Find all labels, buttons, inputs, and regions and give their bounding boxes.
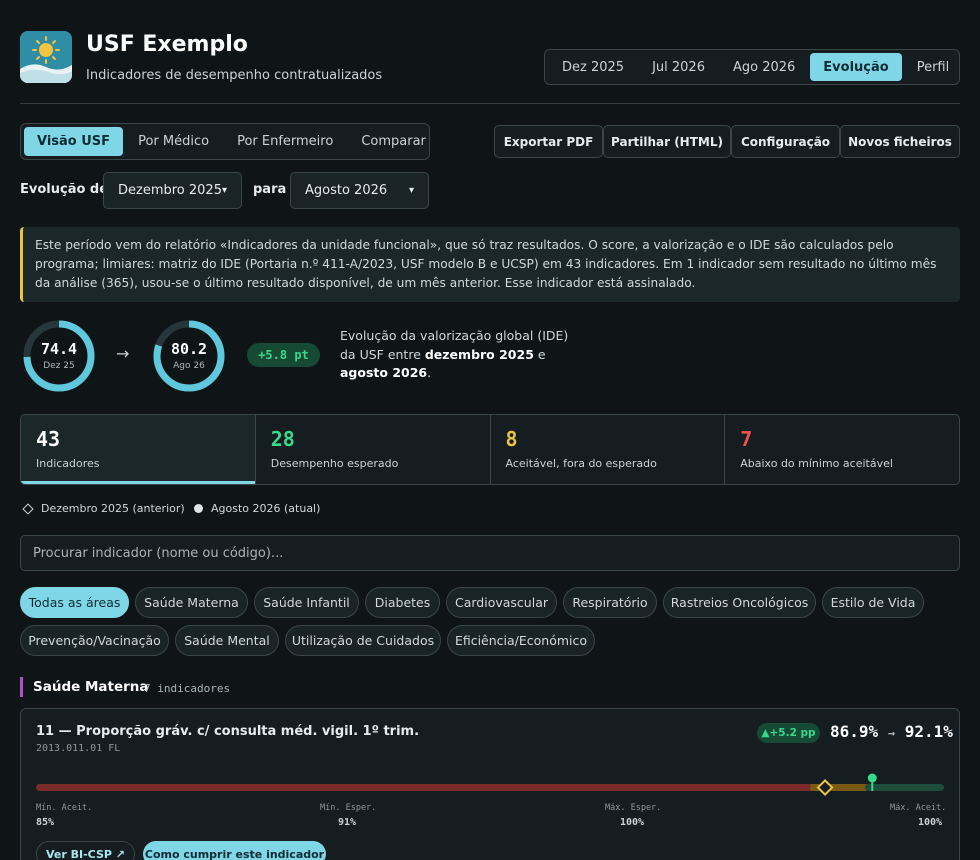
chip-prevencao-vacinacao[interactable]: Prevenção/Vacinação bbox=[20, 625, 169, 656]
chip-saude-materna[interactable]: Saúde Materna bbox=[135, 587, 248, 618]
chevron-down-icon: ▾ bbox=[221, 185, 227, 196]
stat-value: 28 bbox=[270, 427, 295, 451]
chip-rastreios-oncologicos[interactable]: Rastreios Oncológicos bbox=[663, 587, 816, 618]
chevron-down-icon: ▾ bbox=[408, 185, 414, 196]
range-below-segment bbox=[36, 784, 813, 791]
stat-card-esperado[interactable]: 28 Desempenho esperado bbox=[256, 415, 491, 484]
legend-current: Agosto 2026 (atual) bbox=[194, 502, 320, 515]
stat-label: Desempenho esperado bbox=[270, 457, 399, 470]
indicator-previous-value: 86.9% bbox=[830, 722, 879, 741]
tab-jul-2026[interactable]: Jul 2026 bbox=[639, 53, 718, 81]
stat-value: 8 bbox=[505, 427, 518, 451]
indicator-delta-badge: ▲+5.2 pp bbox=[757, 723, 820, 743]
ide-delta-badge: +5.8 pt bbox=[247, 343, 320, 367]
chip-estilo-de-vida[interactable]: Estilo de Vida bbox=[822, 587, 924, 618]
tab-dez-2025[interactable]: Dez 2025 bbox=[549, 53, 637, 81]
tab-comparar[interactable]: Comparar bbox=[348, 127, 439, 156]
chip-saude-mental[interactable]: Saúde Mental bbox=[175, 625, 279, 656]
section-title: Saúde Materna bbox=[33, 679, 149, 695]
app-logo bbox=[20, 31, 72, 83]
ide-gauge-before bbox=[21, 318, 97, 398]
sun-landscape-icon bbox=[20, 31, 72, 83]
section-accent bbox=[20, 677, 23, 697]
tab-por-enfermeiro[interactable]: Por Enfermeiro bbox=[224, 127, 346, 156]
stat-card-aceitavel[interactable]: 8 Aceitável, fora do esperado bbox=[491, 415, 726, 484]
indicator-values: 86.9% → 92.1% bbox=[830, 722, 953, 741]
chip-saude-infantil[interactable]: Saúde Infantil bbox=[254, 587, 359, 618]
scale-label-min-aceit: Mín. Aceit. bbox=[36, 803, 93, 813]
chip-diabetes[interactable]: Diabetes bbox=[365, 587, 440, 618]
stats-summary: 43 Indicadores 28 Desempenho esperado 8 … bbox=[20, 414, 960, 485]
range-expected-segment bbox=[864, 784, 944, 791]
previous-value-marker bbox=[816, 779, 834, 796]
header-divider bbox=[20, 103, 960, 104]
config-button[interactable]: Configuração bbox=[731, 125, 840, 158]
stat-label: Aceitável, fora do esperado bbox=[505, 457, 657, 470]
evolution-from-value: Dezembro 2025 bbox=[118, 183, 222, 198]
stat-value: 43 bbox=[36, 427, 61, 451]
ide-after-value: 80.2 bbox=[170, 340, 208, 358]
arrow-right-icon: → bbox=[887, 726, 896, 740]
ide-after-label: Ago 26 bbox=[173, 361, 205, 371]
tab-evolucao[interactable]: Evolução bbox=[810, 53, 902, 81]
chip-todas-areas[interactable]: Todas as áreas bbox=[20, 587, 129, 618]
tab-perfil[interactable]: Perfil bbox=[904, 53, 963, 81]
scale-label-max-esper: Máx. Esper. bbox=[605, 803, 662, 813]
stat-value: 7 bbox=[740, 427, 753, 451]
search-input[interactable]: Procurar indicador (nome ou código)... bbox=[20, 535, 960, 571]
dot-icon bbox=[194, 504, 203, 513]
indicator-range-bar bbox=[36, 770, 944, 800]
view-tabs: Visão USF Por Médico Por Enfermeiro Comp… bbox=[20, 123, 430, 160]
tab-ago-2026[interactable]: Ago 2026 bbox=[720, 53, 808, 81]
export-pdf-button[interactable]: Exportar PDF bbox=[494, 125, 603, 158]
arrow-right-icon: → bbox=[116, 344, 130, 363]
stat-label: Abaixo do mínimo aceitável bbox=[740, 457, 893, 470]
chip-respiratorio[interactable]: Respiratório bbox=[563, 587, 657, 618]
range-bar-chart bbox=[36, 773, 944, 796]
app-title: USF Exemplo bbox=[86, 32, 248, 57]
evolution-to-select[interactable]: Agosto 2026 ▾ bbox=[290, 172, 429, 209]
ide-description: Evolução da valorização global (IDE) da … bbox=[340, 328, 569, 380]
tab-por-medico[interactable]: Por Médico bbox=[125, 127, 222, 156]
stat-card-indicadores[interactable]: 43 Indicadores bbox=[21, 415, 256, 484]
scale-value-min-aceit: 85% bbox=[36, 817, 55, 828]
legend-previous: Dezembro 2025 (anterior) bbox=[22, 502, 185, 515]
chip-cardiovascular[interactable]: Cardiovascular bbox=[446, 587, 557, 618]
stat-card-abaixo[interactable]: 7 Abaixo do mínimo aceitável bbox=[725, 415, 959, 484]
evolution-from-select[interactable]: Dezembro 2025 ▾ bbox=[103, 172, 242, 209]
evolution-to-value: Agosto 2026 bbox=[305, 183, 388, 198]
evolution-from-label: Evolução de bbox=[20, 182, 109, 197]
scale-label-max-aceit: Máx. Aceit. bbox=[890, 803, 947, 813]
ide-before-label: Dez 25 bbox=[43, 361, 75, 371]
scale-label-min-esper: Mín. Esper. bbox=[320, 803, 377, 813]
how-to-comply-button[interactable]: Como cumprir este indicador bbox=[143, 841, 326, 860]
chip-utilizacao-cuidados[interactable]: Utilização de Cuidados bbox=[285, 625, 441, 656]
tab-visao-usf[interactable]: Visão USF bbox=[24, 127, 124, 156]
ide-before-value: 74.4 bbox=[40, 340, 78, 358]
indicator-title: 11 — Proporção gráv. c/ consulta méd. vi… bbox=[36, 724, 420, 739]
indicator-current-value: 92.1% bbox=[904, 722, 953, 741]
new-files-button[interactable]: Novos ficheiros bbox=[840, 125, 960, 158]
scale-value-min-esper: 91% bbox=[338, 817, 357, 828]
scale-value-max-esper: 100% bbox=[620, 817, 645, 828]
period-tabs: Dez 2025 Jul 2026 Ago 2026 Evolução Perf… bbox=[544, 49, 960, 85]
view-bicsp-link[interactable]: Ver BI-CSP ↗ bbox=[36, 841, 135, 860]
data-source-notice: Este período vem do relatório «Indicador… bbox=[20, 227, 960, 302]
ide-gauge-after bbox=[151, 318, 227, 398]
section-count: 7 indicadores bbox=[144, 682, 231, 695]
evolution-to-label: para bbox=[253, 182, 287, 197]
app-subtitle: Indicadores de desempenho contratualizad… bbox=[86, 68, 383, 83]
diamond-icon bbox=[22, 502, 34, 515]
share-html-button[interactable]: Partilhar (HTML) bbox=[603, 125, 731, 158]
scale-value-max-aceit: 100% bbox=[918, 817, 943, 828]
indicator-code: 2013.011.01 FL bbox=[36, 743, 121, 754]
stat-label: Indicadores bbox=[36, 457, 100, 470]
chip-eficiencia-economico[interactable]: Eficiência/Económico bbox=[447, 625, 595, 656]
